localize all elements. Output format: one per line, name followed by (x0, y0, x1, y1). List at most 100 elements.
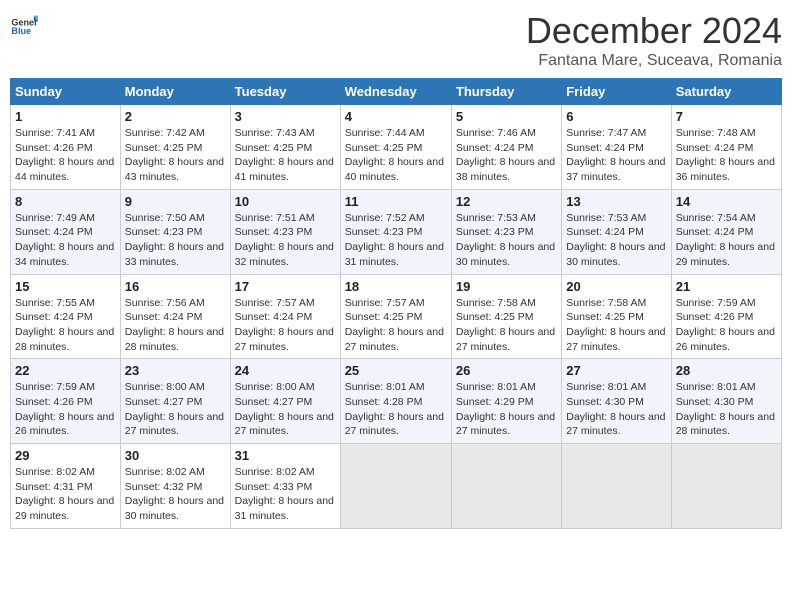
page-header: General Blue December 2024 Fantana Mare,… (10, 10, 782, 70)
day-number: 19 (456, 279, 557, 294)
week-row-4: 22 Sunrise: 7:59 AMSunset: 4:26 PMDayligh… (11, 359, 782, 444)
day-number: 25 (345, 363, 447, 378)
day-detail: Sunrise: 7:42 AMSunset: 4:25 PMDaylight:… (125, 126, 226, 185)
day-number: 15 (15, 279, 116, 294)
header-saturday: Saturday (671, 79, 781, 105)
day-detail: Sunrise: 7:53 AMSunset: 4:24 PMDaylight:… (566, 211, 666, 270)
day-detail: Sunrise: 8:02 AMSunset: 4:33 PMDaylight:… (235, 465, 336, 524)
calendar-cell: 25Sunrise: 8:01 AMSunset: 4:28 PMDayligh… (340, 359, 451, 444)
calendar-cell: 8 Sunrise: 7:49 AMSunset: 4:24 PMDaylight… (11, 189, 121, 274)
week-row-2: 8 Sunrise: 7:49 AMSunset: 4:24 PMDaylight… (11, 189, 782, 274)
svg-text:Blue: Blue (11, 26, 31, 36)
header-friday: Friday (562, 79, 671, 105)
day-number: 8 (15, 194, 116, 209)
calendar-cell: 4Sunrise: 7:44 AMSunset: 4:25 PMDaylight… (340, 105, 451, 190)
day-detail: Sunrise: 7:47 AMSunset: 4:24 PMDaylight:… (566, 126, 666, 185)
calendar-cell: 27Sunrise: 8:01 AMSunset: 4:30 PMDayligh… (562, 359, 671, 444)
day-detail: Sunrise: 7:58 AMSunset: 4:25 PMDaylight:… (566, 296, 666, 355)
calendar-cell: 11Sunrise: 7:52 AMSunset: 4:23 PMDayligh… (340, 189, 451, 274)
day-number: 18 (345, 279, 447, 294)
day-number: 26 (456, 363, 557, 378)
header-wednesday: Wednesday (340, 79, 451, 105)
day-number: 13 (566, 194, 666, 209)
day-detail: Sunrise: 7:46 AMSunset: 4:24 PMDaylight:… (456, 126, 557, 185)
day-detail: Sunrise: 8:01 AMSunset: 4:29 PMDaylight:… (456, 380, 557, 439)
day-number: 6 (566, 109, 666, 124)
day-detail: Sunrise: 7:59 AMSunset: 4:26 PMDaylight:… (15, 380, 116, 439)
calendar-cell: 3Sunrise: 7:43 AMSunset: 4:25 PMDaylight… (230, 105, 340, 190)
day-number: 5 (456, 109, 557, 124)
day-detail: Sunrise: 7:41 AMSunset: 4:26 PMDaylight:… (15, 126, 116, 185)
calendar-cell: 15Sunrise: 7:55 AMSunset: 4:24 PMDayligh… (11, 274, 121, 359)
calendar-cell (451, 444, 561, 529)
day-number: 23 (125, 363, 226, 378)
calendar-cell: 19 Sunrise: 7:58 AMSunset: 4:25 PMDayligh… (451, 274, 561, 359)
title-block: December 2024 Fantana Mare, Suceava, Rom… (526, 10, 782, 70)
day-detail: Sunrise: 7:57 AMSunset: 4:25 PMDaylight:… (345, 296, 447, 355)
calendar-cell: 31 Sunrise: 8:02 AMSunset: 4:33 PMDayligh… (230, 444, 340, 529)
day-number: 22 (15, 363, 116, 378)
calendar-cell: 18 Sunrise: 7:57 AMSunset: 4:25 PMDayligh… (340, 274, 451, 359)
header-sunday: Sunday (11, 79, 121, 105)
week-row-5: 29 Sunrise: 8:02 AMSunset: 4:31 PMDayligh… (11, 444, 782, 529)
week-row-3: 15Sunrise: 7:55 AMSunset: 4:24 PMDayligh… (11, 274, 782, 359)
logo: General Blue (10, 10, 38, 38)
day-number: 21 (676, 279, 777, 294)
day-number: 9 (125, 194, 226, 209)
day-number: 12 (456, 194, 557, 209)
calendar-cell: 30Sunrise: 8:02 AMSunset: 4:32 PMDayligh… (120, 444, 230, 529)
day-detail: Sunrise: 7:53 AMSunset: 4:23 PMDaylight:… (456, 211, 557, 270)
calendar-cell: 24 Sunrise: 8:00 AMSunset: 4:27 PMDayligh… (230, 359, 340, 444)
calendar-cell: 17Sunrise: 7:57 AMSunset: 4:24 PMDayligh… (230, 274, 340, 359)
calendar-cell: 28 Sunrise: 8:01 AMSunset: 4:30 PMDayligh… (671, 359, 781, 444)
day-number: 1 (15, 109, 116, 124)
day-number: 16 (125, 279, 226, 294)
day-detail: Sunrise: 7:56 AMSunset: 4:24 PMDaylight:… (125, 296, 226, 355)
calendar-cell: 9 Sunrise: 7:50 AMSunset: 4:23 PMDaylight… (120, 189, 230, 274)
calendar-cell: 12 Sunrise: 7:53 AMSunset: 4:23 PMDayligh… (451, 189, 561, 274)
day-detail: Sunrise: 8:00 AMSunset: 4:27 PMDaylight:… (125, 380, 226, 439)
day-number: 4 (345, 109, 447, 124)
day-detail: Sunrise: 8:01 AMSunset: 4:30 PMDaylight:… (566, 380, 666, 439)
day-detail: Sunrise: 8:02 AMSunset: 4:31 PMDaylight:… (15, 465, 116, 524)
day-number: 24 (235, 363, 336, 378)
day-number: 7 (676, 109, 777, 124)
header-thursday: Thursday (451, 79, 561, 105)
calendar-cell: 1 Sunrise: 7:41 AMSunset: 4:26 PMDaylight… (11, 105, 121, 190)
calendar-cell: 14Sunrise: 7:54 AMSunset: 4:24 PMDayligh… (671, 189, 781, 274)
calendar-cell: 23 Sunrise: 8:00 AMSunset: 4:27 PMDayligh… (120, 359, 230, 444)
week-row-1: 1 Sunrise: 7:41 AMSunset: 4:26 PMDaylight… (11, 105, 782, 190)
day-number: 28 (676, 363, 777, 378)
day-detail: Sunrise: 7:58 AMSunset: 4:25 PMDaylight:… (456, 296, 557, 355)
day-number: 30 (125, 448, 226, 463)
calendar-cell (340, 444, 451, 529)
day-number: 31 (235, 448, 336, 463)
day-number: 3 (235, 109, 336, 124)
day-detail: Sunrise: 7:54 AMSunset: 4:24 PMDaylight:… (676, 211, 777, 270)
calendar-cell: 16 Sunrise: 7:56 AMSunset: 4:24 PMDayligh… (120, 274, 230, 359)
month-title: December 2024 (526, 10, 782, 52)
day-detail: Sunrise: 7:59 AMSunset: 4:26 PMDaylight:… (676, 296, 777, 355)
calendar-cell (562, 444, 671, 529)
calendar-cell: 6 Sunrise: 7:47 AMSunset: 4:24 PMDaylight… (562, 105, 671, 190)
day-number: 11 (345, 194, 447, 209)
day-detail: Sunrise: 8:01 AMSunset: 4:30 PMDaylight:… (676, 380, 777, 439)
day-number: 29 (15, 448, 116, 463)
calendar-cell: 26 Sunrise: 8:01 AMSunset: 4:29 PMDayligh… (451, 359, 561, 444)
day-detail: Sunrise: 7:48 AMSunset: 4:24 PMDaylight:… (676, 126, 777, 185)
day-detail: Sunrise: 7:51 AMSunset: 4:23 PMDaylight:… (235, 211, 336, 270)
day-detail: Sunrise: 7:49 AMSunset: 4:24 PMDaylight:… (15, 211, 116, 270)
calendar-table: SundayMondayTuesdayWednesdayThursdayFrid… (10, 78, 782, 529)
calendar-cell: 13 Sunrise: 7:53 AMSunset: 4:24 PMDayligh… (562, 189, 671, 274)
calendar-cell: 2 Sunrise: 7:42 AMSunset: 4:25 PMDaylight… (120, 105, 230, 190)
day-detail: Sunrise: 8:00 AMSunset: 4:27 PMDaylight:… (235, 380, 336, 439)
calendar-cell: 21 Sunrise: 7:59 AMSunset: 4:26 PMDayligh… (671, 274, 781, 359)
day-number: 20 (566, 279, 666, 294)
day-number: 10 (235, 194, 336, 209)
day-detail: Sunrise: 7:50 AMSunset: 4:23 PMDaylight:… (125, 211, 226, 270)
location-title: Fantana Mare, Suceava, Romania (526, 52, 782, 70)
logo-icon: General Blue (10, 10, 38, 38)
day-number: 2 (125, 109, 226, 124)
header-tuesday: Tuesday (230, 79, 340, 105)
days-header-row: SundayMondayTuesdayWednesdayThursdayFrid… (11, 79, 782, 105)
